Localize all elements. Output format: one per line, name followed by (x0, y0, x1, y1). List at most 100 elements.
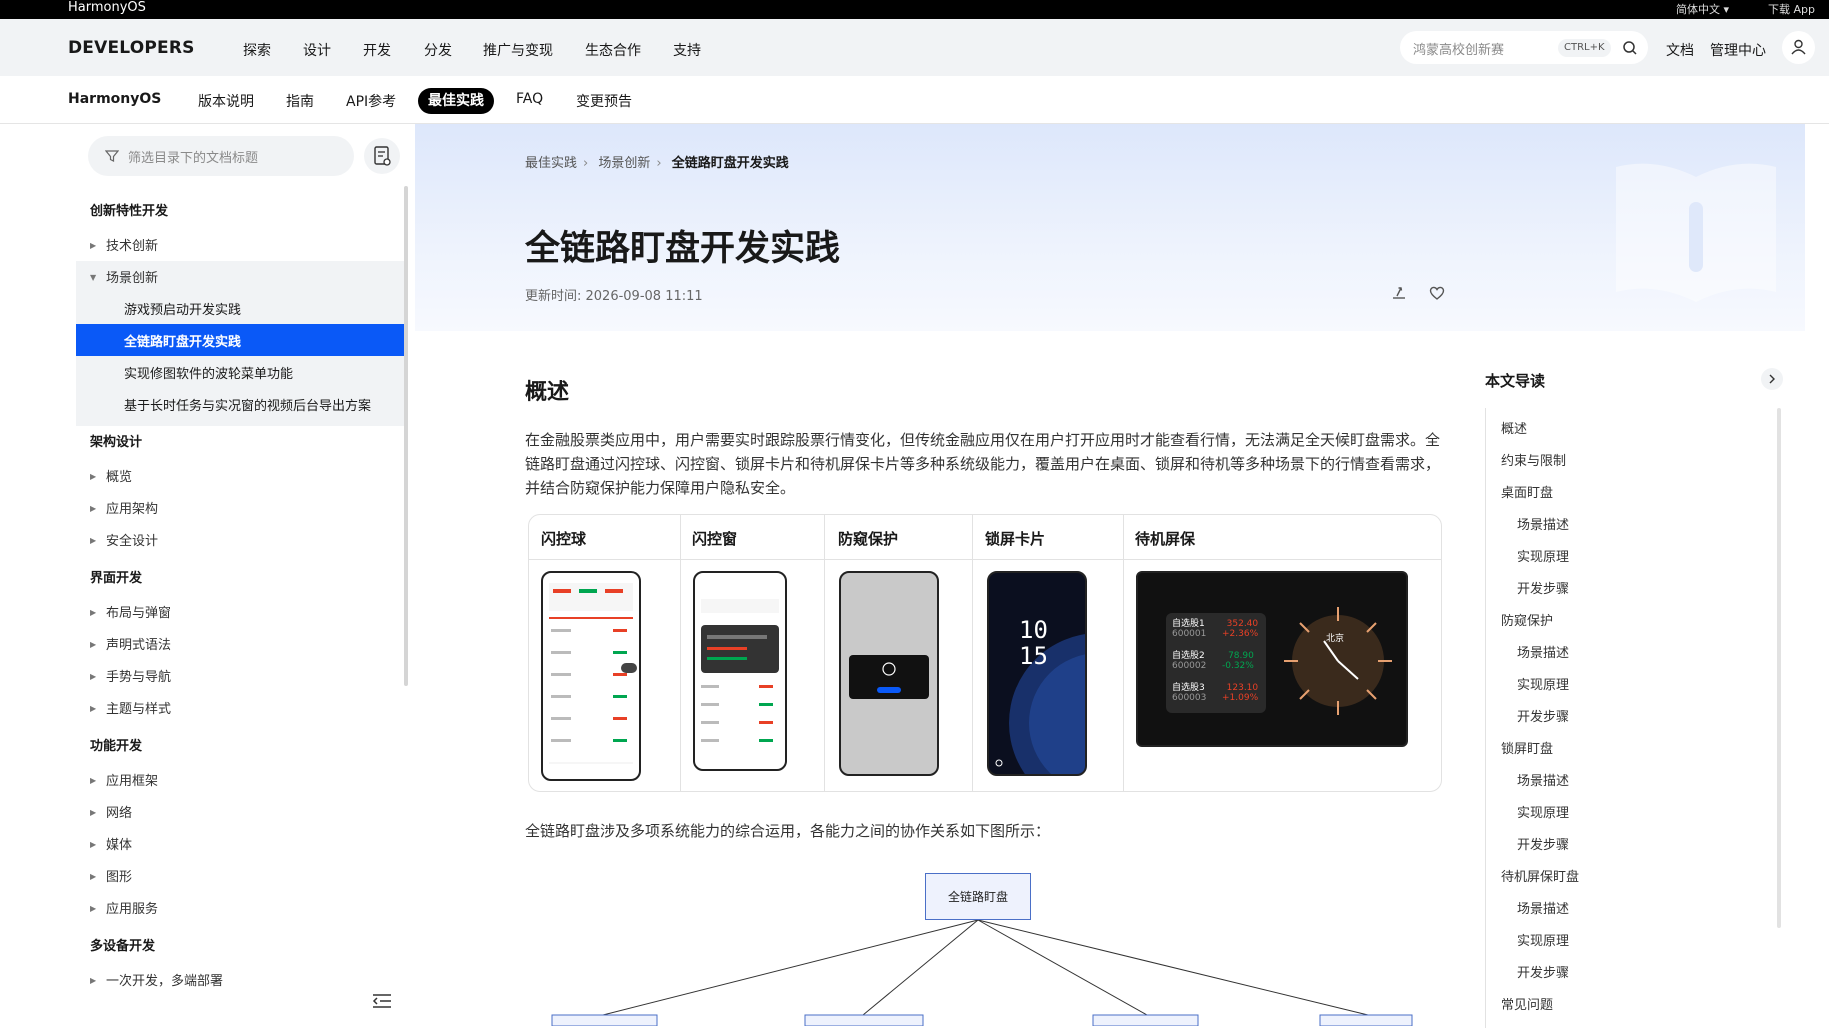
breadcrumb-best-practices[interactable]: 最佳实践 (525, 156, 577, 171)
toc-item[interactable]: 约束与限制 (1501, 450, 1566, 469)
column-divider (680, 515, 681, 791)
nav-explore[interactable]: 探索 (243, 40, 271, 60)
sidebar-item-layout-dialog[interactable]: ▶ 布局与弹窗 (90, 602, 171, 621)
nav-develop[interactable]: 开发 (363, 40, 391, 60)
toc-item[interactable]: 常见问题 (1501, 994, 1553, 1013)
sidebar-item-media[interactable]: ▶ 媒体 (90, 834, 132, 853)
nav-promotion[interactable]: 推广与变现 (483, 40, 553, 60)
share-icon[interactable] (1390, 284, 1408, 302)
developers-logo[interactable]: DEVELOPERS (68, 38, 195, 58)
toc-item[interactable]: 防窥保护 (1501, 610, 1553, 629)
toc-item[interactable]: 桌面盯盘 (1501, 482, 1553, 501)
user-avatar-button[interactable] (1782, 31, 1815, 64)
tab-faq[interactable]: FAQ (516, 91, 543, 107)
nav-distribute[interactable]: 分发 (424, 40, 452, 60)
overview-paragraph: 在金融股票类应用中，用户需要实时跟踪股票行情变化，但传统金融应用仅在用户打开应用… (525, 431, 1441, 497)
language-selector[interactable]: 简体中文 ▾ (1676, 1, 1729, 17)
filter-input[interactable]: 筛选目录下的文档标题 (128, 147, 258, 166)
nav-ecosystem[interactable]: 生态合作 (585, 40, 641, 60)
toc-item[interactable]: 开发步骤 (1517, 962, 1569, 981)
tab-release-notes[interactable]: 版本说明 (198, 91, 254, 111)
sidebar-item-scene-innovation[interactable]: ▼ 场景创新 (90, 267, 158, 286)
toc-item[interactable]: 锁屏盯盘 (1501, 738, 1553, 757)
feature-figure-table: 闪控球 闪控窗 防窥保护 锁屏卡片 待机屏保 10 15 自选股1 600001… (528, 514, 1442, 792)
sidebar-item-declarative-syntax[interactable]: ▶ 声明式语法 (90, 634, 171, 653)
stock-change: -0.32% (1222, 661, 1254, 671)
toc-item[interactable]: 场景描述 (1517, 898, 1569, 917)
document-icon (374, 146, 391, 166)
sidebar-item-network[interactable]: ▶ 网络 (90, 802, 132, 821)
sidebar-item-theme-style[interactable]: ▶ 主题与样式 (90, 698, 171, 717)
toc-guide-line (1485, 408, 1486, 1028)
harmonyos-brand[interactable]: HarmonyOS (68, 0, 146, 15)
sidebar-item-gesture-navigation[interactable]: ▶ 手势与导航 (90, 666, 171, 685)
toc-collapse-button[interactable] (1761, 368, 1783, 390)
toc-scrollbar[interactable] (1777, 408, 1781, 928)
sidebar-item-label: 声明式语法 (106, 638, 172, 653)
sidebar-item-security-design[interactable]: ▶ 安全设计 (90, 530, 158, 549)
lockscreen-time: 10 15 (1019, 617, 1048, 669)
toc-item[interactable]: 实现原理 (1517, 546, 1569, 565)
console-link[interactable]: 管理中心 (1710, 40, 1766, 60)
toc-item[interactable]: 场景描述 (1517, 770, 1569, 789)
download-app-link[interactable]: 下载 App (1768, 1, 1815, 17)
standby-stock-3-price: 123.10 +1.09% (1222, 683, 1258, 703)
figure-col-floating-window: 闪控窗 (692, 530, 738, 548)
sidebar-item-app-architecture[interactable]: ▶ 应用架构 (90, 498, 158, 517)
sidebar-item-develop-once[interactable]: ▶ 一次开发，多端部署 (90, 970, 223, 989)
catalog-toggle-button[interactable] (364, 138, 400, 174)
caret-right-icon: ▶ (90, 776, 97, 785)
sidebar-item-app-framework[interactable]: ▶ 应用框架 (90, 770, 158, 789)
tab-api-reference[interactable]: API参考 (346, 91, 396, 111)
toc-item[interactable]: 实现原理 (1517, 802, 1569, 821)
toc-item[interactable]: 实现原理 (1517, 674, 1569, 693)
favorite-heart-icon[interactable] (1428, 284, 1446, 302)
collapse-sidebar-icon[interactable] (372, 993, 392, 1009)
sidebar-item-label: 安全设计 (106, 534, 159, 549)
tab-best-practices[interactable]: 最佳实践 (418, 88, 494, 114)
subnav-title[interactable]: HarmonyOS (68, 91, 161, 107)
sidebar-item-full-link-watch[interactable]: 全链路盯盘开发实践 (124, 331, 241, 350)
search-box[interactable]: 鸿蒙高校创新赛 CTRL+K (1400, 31, 1648, 64)
tab-guide[interactable]: 指南 (286, 91, 314, 111)
toc-item[interactable]: 场景描述 (1517, 642, 1569, 661)
stock-name: 自选股2 (1172, 651, 1205, 661)
toc-item[interactable]: 场景描述 (1517, 514, 1569, 533)
toc-item[interactable]: 待机屏保盯盘 (1501, 866, 1579, 885)
breadcrumb-chevron-icon: › (583, 156, 589, 171)
sidebar-item-tech-innovation[interactable]: ▶ 技术创新 (90, 235, 158, 254)
update-time: 更新时间: 2026-09-08 11:11 (525, 289, 703, 304)
breadcrumb-scene-innovation[interactable]: 场景创新 (598, 156, 650, 171)
sidebar-item-app-services[interactable]: ▶ 应用服务 (90, 898, 158, 917)
search-input[interactable]: 鸿蒙高校创新赛 (1413, 39, 1504, 58)
stock-price: 78.90 (1228, 651, 1254, 661)
breadcrumb-current: 全链路盯盘开发实践 (671, 156, 789, 171)
sidebar-item-game-prelaunch[interactable]: 游戏预启动开发实践 (124, 299, 241, 318)
search-icon[interactable] (1622, 40, 1638, 56)
chevron-right-icon (1769, 374, 1775, 384)
decorative-book-icon (1616, 163, 1776, 302)
toc-item[interactable]: 开发步骤 (1517, 834, 1569, 853)
toc-item[interactable]: 开发步骤 (1517, 578, 1569, 597)
nav-design[interactable]: 设计 (303, 40, 331, 60)
breadcrumb-chevron-icon: › (656, 156, 662, 171)
sidebar-item-video-export[interactable]: 基于长时任务与实况窗的视频后台导出方案 (124, 395, 371, 414)
figure-col-floating-ball: 闪控球 (541, 530, 587, 548)
sidebar-item-overview[interactable]: ▶ 概览 (90, 466, 132, 485)
tab-change-notice[interactable]: 变更预告 (576, 91, 632, 111)
toc-item[interactable]: 开发步骤 (1517, 706, 1569, 725)
filter-box[interactable]: 筛选目录下的文档标题 (88, 136, 354, 176)
sidebar-section-innovation[interactable]: 创新特性开发 (90, 200, 168, 219)
sidebar-item-wheel-menu[interactable]: 实现修图软件的波轮菜单功能 (124, 363, 293, 382)
sidebar-item-graphics[interactable]: ▶ 图形 (90, 866, 132, 885)
toc-item[interactable]: 概述 (1501, 418, 1527, 437)
nav-support[interactable]: 支持 (673, 40, 701, 60)
sidebar-section-architecture[interactable]: 架构设计 (90, 431, 142, 450)
docs-link[interactable]: 文档 (1666, 40, 1694, 60)
sidebar-section-feature[interactable]: 功能开发 (90, 735, 142, 754)
sidebar-section-ui[interactable]: 界面开发 (90, 567, 142, 586)
toc-item[interactable]: 实现原理 (1517, 930, 1569, 949)
caret-right-icon: ▶ (90, 904, 97, 913)
sidebar-scrollbar[interactable] (404, 186, 408, 686)
sidebar-section-multi-device[interactable]: 多设备开发 (90, 935, 155, 954)
